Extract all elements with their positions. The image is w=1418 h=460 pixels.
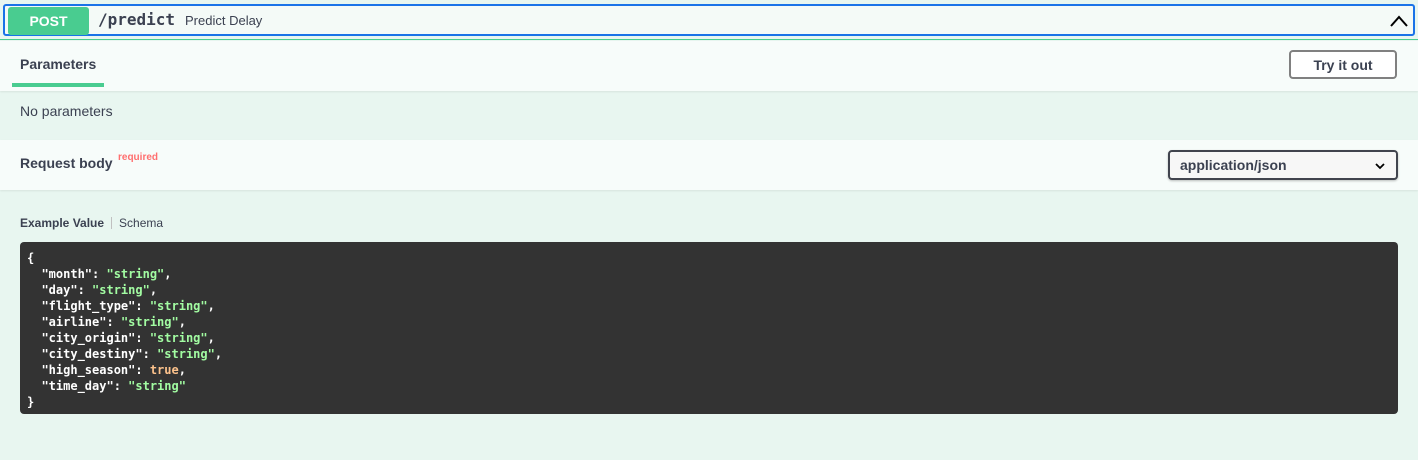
code-line: "day": "string", — [41, 283, 158, 297]
code-line: "high_season": true, — [41, 363, 186, 377]
code-line: { — [27, 250, 1391, 266]
code-line: "time_day": "string" — [41, 379, 186, 393]
json-value: "string" — [106, 267, 165, 281]
chevron-down-icon — [1375, 163, 1385, 170]
no-parameters-text: No parameters — [20, 103, 113, 119]
code-line: "city_origin": "string", — [41, 331, 215, 345]
json-value: true — [149, 363, 179, 377]
operation-description: Predict Delay — [185, 13, 263, 28]
tab-parameters[interactable]: Parameters — [20, 56, 96, 72]
json-key: "day" — [41, 283, 78, 297]
operation-summary[interactable]: POST /predict Predict Delay — [0, 0, 1418, 40]
try-it-out-button[interactable]: Try it out — [1289, 50, 1397, 79]
model-tabs: Example Value Schema — [20, 216, 163, 230]
json-key: "high_season" — [41, 363, 136, 377]
code-line: "city_destiny": "string", — [41, 347, 223, 361]
json-value: "string" — [128, 379, 186, 393]
code-line: "airline": "string", — [41, 315, 186, 329]
tab-schema[interactable]: Schema — [119, 216, 163, 230]
code-line: "month": "string", — [41, 267, 172, 281]
json-comma: , — [178, 363, 186, 377]
json-comma: , — [178, 315, 186, 329]
operation-summary-bar[interactable]: POST /predict Predict Delay — [3, 4, 1415, 36]
http-method-badge: POST — [8, 7, 89, 35]
example-json-block[interactable]: { "month": "string", "day": "string", "f… — [20, 242, 1398, 414]
json-value: "string" — [120, 315, 179, 329]
request-body-title: Request body — [20, 155, 113, 171]
active-tab-indicator — [12, 83, 104, 87]
json-comma: , — [214, 347, 223, 361]
json-value: "string" — [92, 283, 150, 297]
request-body-header: Request body required application/json — [0, 140, 1418, 190]
content-type-value: application/json — [1180, 157, 1287, 173]
json-comma: , — [164, 267, 172, 281]
json-close-brace: } — [27, 395, 35, 409]
json-key: "city_destiny" — [41, 347, 143, 361]
content-type-select[interactable]: application/json — [1168, 150, 1398, 180]
json-comma: , — [207, 331, 215, 345]
json-comma: , — [207, 299, 215, 313]
endpoint-path: /predict — [98, 10, 176, 29]
json-key: "airline" — [41, 315, 107, 329]
json-key: "time_day" — [41, 379, 114, 393]
code-line: "flight_type": "string", — [41, 299, 215, 313]
json-value: "string" — [149, 331, 208, 345]
json-key: "city_origin" — [41, 331, 136, 345]
json-open-brace: { — [27, 251, 35, 265]
json-comma: , — [149, 283, 158, 297]
json-value: "string" — [157, 347, 215, 361]
json-key: "flight_type" — [41, 299, 136, 313]
code-line: } — [27, 394, 1391, 410]
parameters-header: Parameters Try it out — [0, 41, 1418, 91]
tab-divider — [111, 217, 113, 229]
required-badge: required — [118, 152, 159, 163]
json-key: "month" — [41, 267, 93, 281]
json-value: "string" — [149, 299, 208, 313]
chevron-up-icon[interactable] — [1389, 11, 1409, 31]
tab-example-value[interactable]: Example Value — [20, 216, 104, 230]
